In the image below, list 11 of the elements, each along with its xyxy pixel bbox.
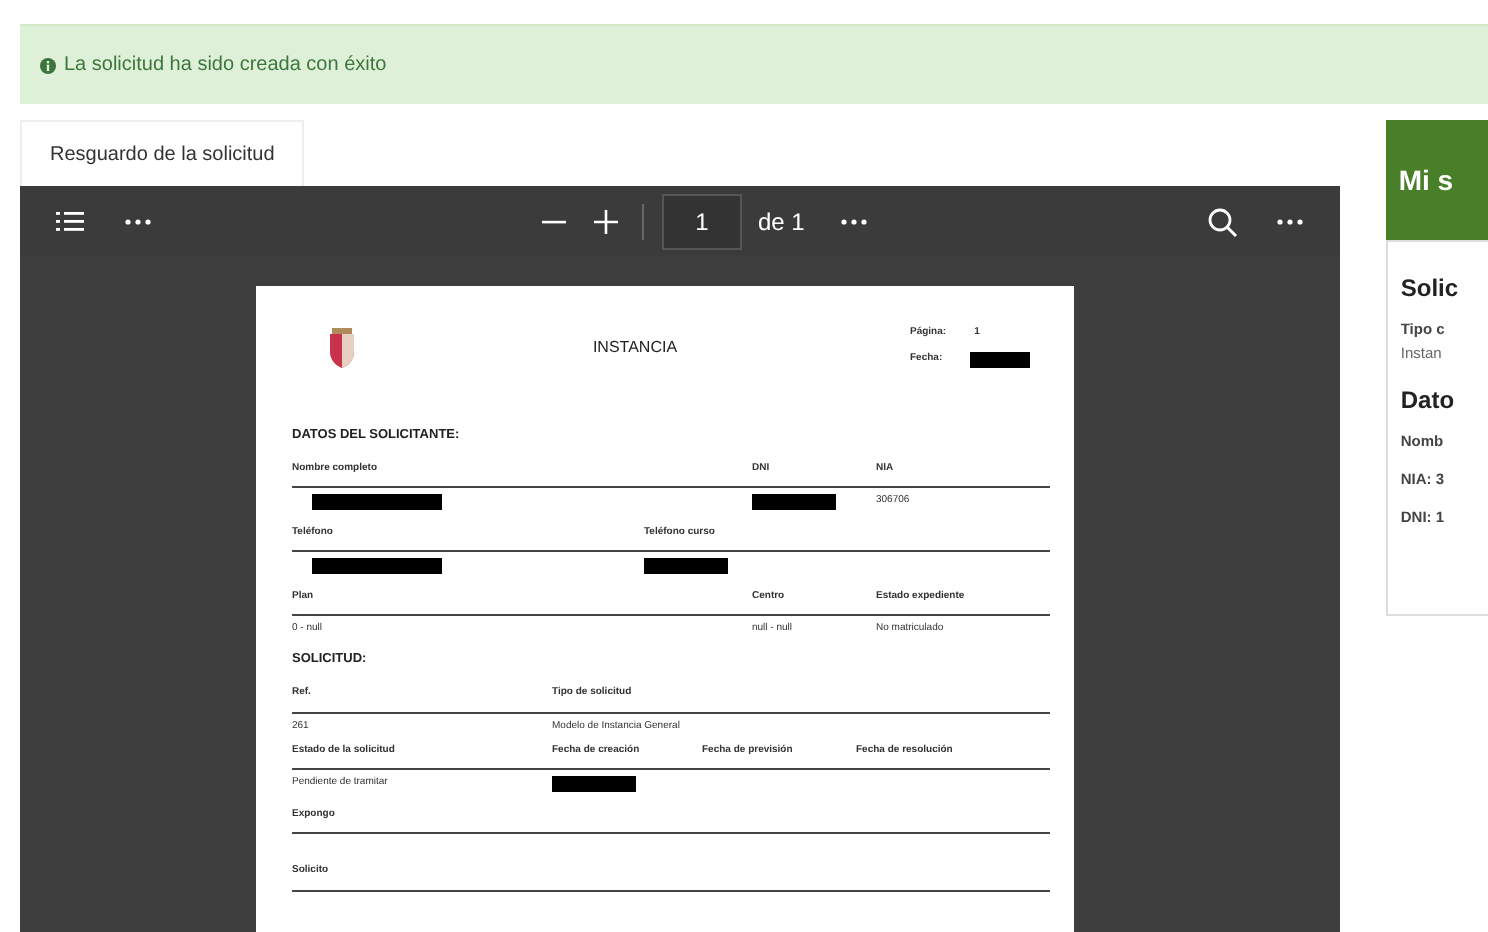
document-title: INSTANCIA [590,336,680,360]
page-count: de 1 [758,205,805,239]
alert-message: La solicitud ha sido creada con éxito [64,52,387,80]
crest-logo [324,326,360,370]
section-heading: Dato [1400,383,1457,417]
section-heading: Solic [1400,272,1461,306]
tab[interactable]: Resguardo de la solicitud [20,120,305,186]
panel-title: Mi s [1386,120,1488,240]
page-number-field[interactable]: 1 [662,193,742,249]
info-icon [40,57,56,73]
search-icon[interactable] [1204,203,1241,239]
